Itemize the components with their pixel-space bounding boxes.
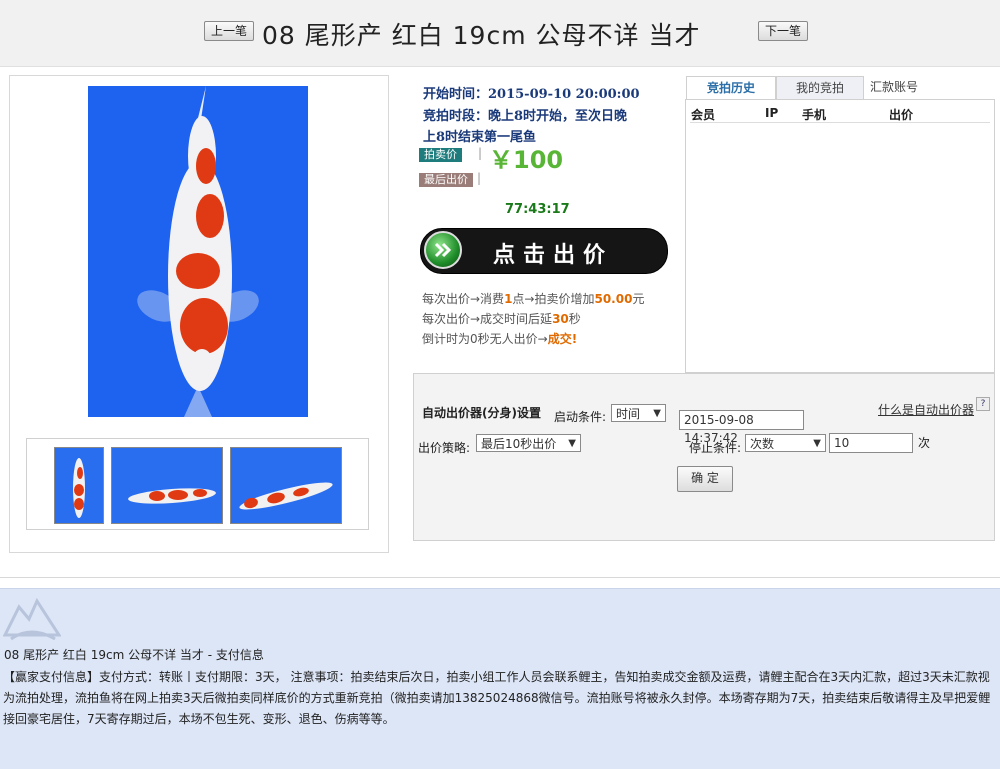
photo-gallery (9, 75, 389, 553)
rule-deal: 倒计时为0秒无人出价→成交! (422, 332, 578, 346)
thumbnail-3[interactable] (230, 447, 342, 524)
chevron-down-icon: ▼ (813, 438, 821, 449)
chevron-down-icon: ▼ (568, 438, 576, 449)
tab-my-bids[interactable]: 我的竞拍 (776, 76, 864, 100)
thumbnail-strip (26, 438, 369, 530)
rule-extend: 每次出价→成交时间后延30秒 (422, 312, 581, 326)
what-is-auto-bid-link[interactable]: 什么是自动出价器 (878, 401, 974, 418)
site-logo (2, 595, 62, 641)
double-arrow-icon (424, 231, 462, 269)
place-bid-button[interactable]: 点击出价 (420, 228, 668, 274)
tab-remittance-account[interactable]: 汇款账号 (864, 76, 924, 98)
start-time-input[interactable]: 2015-09-08 14:37:42 (679, 410, 804, 445)
payment-section-title: 08 尾形产 红白 19cm 公母不详 当才 - 支付信息 (4, 648, 264, 662)
thumbnail-1[interactable] (54, 447, 104, 524)
history-divider (690, 122, 990, 123)
page-title: 08 尾形产 红白 19cm 公母不详 当才 (262, 21, 701, 50)
rule-cost: 每次出价→消费1点→拍卖价增加50.00元 (422, 292, 645, 306)
stop-condition-select[interactable]: 次数 ▼ (745, 434, 826, 452)
stop-count-input[interactable]: 10 (829, 433, 913, 453)
tab-bid-history[interactable]: 竞拍历史 (686, 76, 776, 99)
col-bid: 出价 (889, 108, 914, 122)
payment-info-section: 08 尾形产 红白 19cm 公母不详 当才 - 支付信息 【赢家支付信息】支付… (0, 588, 1000, 769)
current-price: ￥100 (489, 146, 564, 174)
chevron-down-icon: ▼ (653, 408, 661, 419)
strategy-label: 出价策略: (418, 441, 471, 455)
separator: | (477, 171, 482, 185)
start-condition-label: 启动条件: (554, 410, 607, 424)
stop-condition-label: 停止条件: (689, 441, 742, 455)
payment-info-text: 【赢家支付信息】支付方式：转账丨支付期限：3天， 注意事项：拍卖结束后次日，拍卖… (3, 670, 991, 726)
start-time: 开始时间：2015-09-10 20:00:00 (423, 87, 640, 102)
countdown-timer: 77:43:17 (505, 202, 570, 217)
divider (0, 577, 1000, 578)
main-koi-photo[interactable] (88, 86, 308, 417)
confirm-button[interactable]: 确 定 (677, 466, 733, 492)
separator: | (478, 146, 483, 160)
auction-period-line1: 竞拍时段：晚上8时开始，至次日晚 (423, 109, 628, 124)
page-header: 上一笔 08 尾形产 红白 19cm 公母不详 当才 下一笔 (0, 0, 1000, 67)
start-condition-select[interactable]: 时间 ▼ (611, 404, 666, 422)
bid-history-panel (685, 99, 995, 373)
last-bidder-tag: 最后出价 (419, 173, 473, 187)
auto-bid-title: 自动出价器(分身)设置 (422, 406, 541, 420)
help-icon[interactable]: ? (976, 397, 990, 411)
thumbnail-2[interactable] (111, 447, 223, 524)
prev-item-button[interactable]: 上一笔 (204, 21, 255, 41)
col-phone: 手机 (802, 108, 827, 122)
col-member: 会员 (691, 108, 716, 122)
stop-unit: 次 (918, 436, 931, 450)
next-item-button[interactable]: 下一笔 (758, 21, 809, 41)
price-tag: 拍卖价 (419, 148, 462, 162)
place-bid-label: 点击出价 (493, 243, 614, 268)
auto-bid-panel (413, 373, 995, 541)
col-ip: IP (765, 106, 779, 120)
strategy-select[interactable]: 最后10秒出价 ▼ (476, 434, 581, 452)
